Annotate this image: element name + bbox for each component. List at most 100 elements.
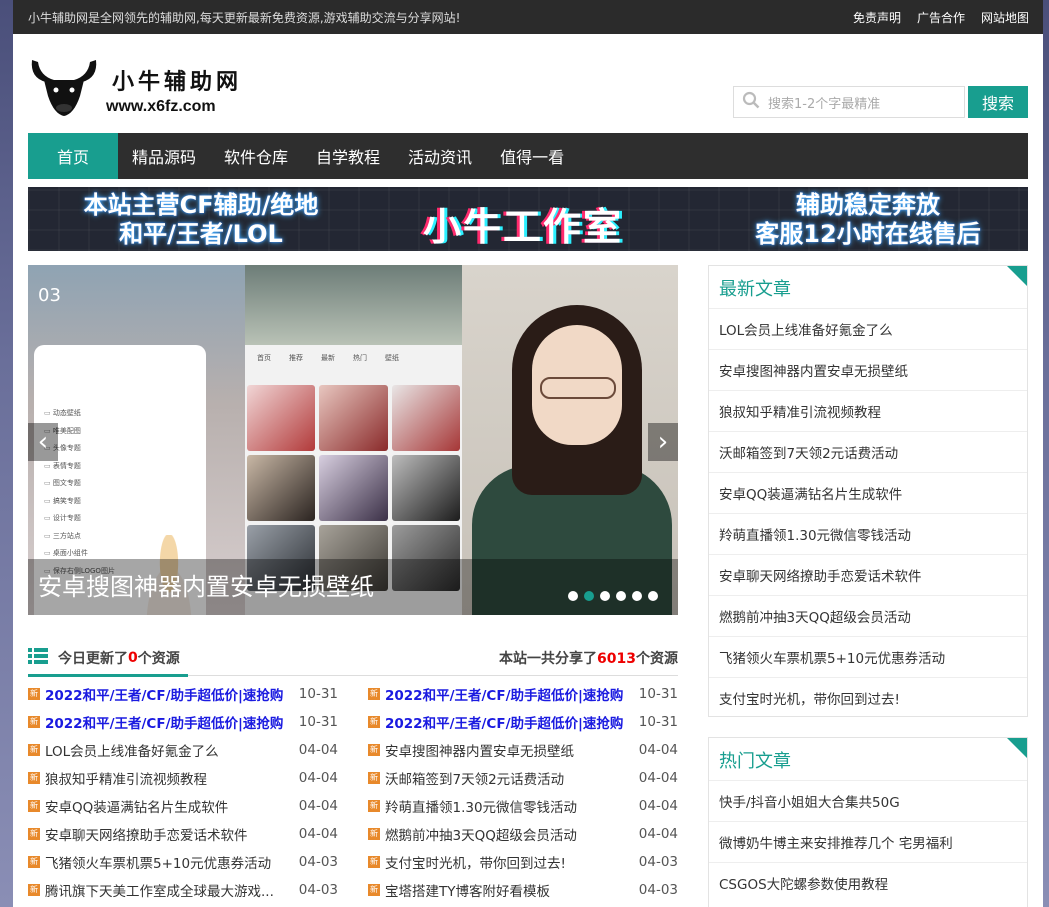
new-badge-icon: 新 [368, 828, 380, 840]
updates-left-column: 新 2022和平/王者/CF/助手超低价|速抢购 10-31 新 2022和平/王者/… [28, 680, 338, 904]
slider-caption[interactable]: 安卓搜图神器内置安卓无损壁纸 [28, 559, 678, 615]
new-badge-icon: 新 [28, 800, 40, 812]
new-badge-icon: 新 [368, 772, 380, 784]
banner-studio-name: 小牛工作室 [423, 205, 624, 249]
nav-tutorials[interactable]: 自学教程 [302, 133, 394, 179]
latest-article-item[interactable]: 燃鹅前冲抽3天QQ超级会员活动 [709, 595, 1027, 636]
latest-article-item[interactable]: LOL会员上线准备好氪金了么 [709, 308, 1027, 349]
latest-article-item[interactable]: 沃邮箱签到7天领2元话费活动 [709, 431, 1027, 472]
slide-phone-number: 03 [38, 285, 61, 306]
list-item[interactable]: 新安卓聊天网络撩助手恋爱话术软件 04-04 [28, 820, 338, 848]
list-item[interactable]: 新安卓QQ装逼满钻名片生成软件 04-04 [28, 792, 338, 820]
list-item[interactable]: 新狼叔知乎精准引流视频教程 04-04 [28, 764, 338, 792]
image-slider[interactable]: 03 动态壁纸唯美配图头像专题 表情专题图文专题搞笑专题 设计专题三方站点桌面小… [28, 265, 678, 615]
latest-article-item[interactable]: 支付宝时光机，带你回到过去! [709, 677, 1027, 718]
site-logo[interactable]: 小牛辅助网 www.x6fz.com [28, 56, 242, 122]
hot-article-item[interactable]: 快手/抖音小姐姐大合集共50G [709, 780, 1027, 821]
list-item[interactable]: 新腾讯旗下天美工作室成全球最大游戏... 04-03 [28, 876, 338, 904]
new-badge-icon: 新 [28, 772, 40, 784]
nav-home[interactable]: 首页 [28, 133, 118, 179]
list-item[interactable]: 新燃鹅前冲抽3天QQ超级会员活动 04-04 [368, 820, 678, 848]
list-item[interactable]: 新沃邮箱签到7天领2元话费活动 04-04 [368, 764, 678, 792]
list-item[interactable]: 新羚萌直播领1.30元微信零钱活动 04-04 [368, 792, 678, 820]
topbar-links: 免责声明 广告合作 网站地图 [853, 9, 1029, 26]
page: 小牛辅助网是全网领先的辅助网,每天更新最新免费资源,游戏辅助交流与分享网站! 免… [13, 0, 1043, 907]
latest-articles-panel: 最新文章 LOL会员上线准备好氪金了么 安卓搜图神器内置安卓无损壁纸 狼叔知乎精… [708, 265, 1028, 717]
latest-article-item[interactable]: 狼叔知乎精准引流视频教程 [709, 390, 1027, 431]
list-item[interactable]: 新 2022和平/王者/CF/助手超低价|速抢购 10-31 [368, 708, 678, 736]
sitemap-link[interactable]: 网站地图 [981, 9, 1029, 26]
latest-articles-title: 最新文章 [709, 266, 1027, 308]
today-count: 0 [128, 649, 138, 666]
total-count: 6013 [597, 650, 636, 667]
updates-right-column: 新 2022和平/王者/CF/助手超低价|速抢购 10-31 新 2022和平/王者/… [368, 680, 678, 904]
logo-name: 小牛辅助网 [112, 69, 243, 95]
daily-updates: 今日更新了 0 个资源 本站一共分享了6013个资源 新 2022和平/王者/CF/助… [28, 640, 678, 904]
topbar: 小牛辅助网是全网领先的辅助网,每天更新最新免费资源,游戏辅助交流与分享网站! 免… [13, 0, 1043, 34]
site-intro: 小牛辅助网是全网领先的辅助网,每天更新最新免费资源,游戏辅助交流与分享网站! [28, 10, 461, 25]
slider-dots [568, 591, 658, 601]
slider-dot[interactable] [568, 591, 578, 601]
latest-article-item[interactable]: 羚萌直播领1.30元微信零钱活动 [709, 513, 1027, 554]
new-badge-icon: 新 [28, 856, 40, 868]
phone-tabs: 首页 推荐 最新 热门 壁纸 [257, 354, 399, 362]
latest-article-item[interactable]: 安卓QQ装逼满钻名片生成软件 [709, 472, 1027, 513]
new-badge-icon: 新 [368, 884, 380, 896]
search-input[interactable]: 搜索1-2个字最精准 [733, 86, 965, 118]
hot-article-item[interactable]: 微博奶牛博主来安排推荐几个 宅男福利 [709, 821, 1027, 862]
search-icon [742, 91, 768, 113]
slider-dot[interactable] [632, 591, 642, 601]
header: 小牛辅助网 www.x6fz.com 搜索1-2个字最精准 搜索 [13, 34, 1043, 133]
new-badge-icon: 新 [28, 688, 40, 700]
hot-articles-panel: 热门文章 快手/抖音小姐姐大合集共50G 微博奶牛博主来安排推荐几个 宅男福利 … [708, 737, 1028, 907]
ad-link[interactable]: 广告合作 [917, 9, 965, 26]
new-badge-icon: 新 [28, 716, 40, 728]
slider-next-button[interactable]: › [648, 423, 678, 461]
slider-dot-active[interactable] [584, 591, 594, 601]
new-badge-icon: 新 [28, 884, 40, 896]
list-item[interactable]: 新 LOL会员上线准备好氪金了么 04-04 [28, 736, 338, 764]
bull-logo-icon [28, 56, 100, 122]
new-badge-icon: 新 [368, 716, 380, 728]
list-item[interactable]: 新飞猪领火车票机票5+10元优惠券活动 04-03 [28, 848, 338, 876]
main-nav: 首页 精品源码 软件仓库 自学教程 活动资讯 值得一看 [28, 133, 1028, 179]
hot-article-item[interactable]: CSGOS大陀螺参数使用教程 [709, 862, 1027, 903]
list-item[interactable]: 新 2022和平/王者/CF/助手超低价|速抢购 10-31 [28, 708, 338, 736]
slider-dot[interactable] [600, 591, 610, 601]
slider-dot[interactable] [616, 591, 626, 601]
logo-url: www.x6fz.com [106, 98, 216, 115]
latest-article-item[interactable]: 安卓搜图神器内置安卓无损壁纸 [709, 349, 1027, 390]
updates-header: 今日更新了 0 个资源 本站一共分享了6013个资源 [28, 640, 678, 676]
corner-triangle-icon [1007, 738, 1027, 758]
banner-left-text: 本站主营CF辅助/绝地 和平/王者/LOL [83, 191, 319, 248]
nav-source-code[interactable]: 精品源码 [118, 133, 210, 179]
nav-activities[interactable]: 活动资讯 [394, 133, 486, 179]
hot-articles-title: 热门文章 [709, 738, 1027, 780]
list-item[interactable]: 新 2022和平/王者/CF/助手超低价|速抢购 10-31 [368, 680, 678, 708]
new-badge-icon: 新 [368, 800, 380, 812]
new-badge-icon: 新 [28, 828, 40, 840]
search-button[interactable]: 搜索 [968, 86, 1028, 118]
search-placeholder: 搜索1-2个字最精准 [768, 96, 881, 112]
new-badge-icon: 新 [368, 688, 380, 700]
nav-worth-seeing[interactable]: 值得一看 [486, 133, 578, 179]
nav-software[interactable]: 软件仓库 [210, 133, 302, 179]
search-bar: 搜索1-2个字最精准 搜索 [733, 86, 1028, 118]
list-item[interactable]: 新安卓搜图神器内置安卓无损壁纸 04-04 [368, 736, 678, 764]
chevron-left-icon: ‹ [37, 427, 49, 457]
latest-article-item[interactable]: 飞猪领火车票机票5+10元优惠券活动 [709, 636, 1027, 677]
new-badge-icon: 新 [368, 744, 380, 756]
ad-banner[interactable]: 本站主营CF辅助/绝地 和平/王者/LOL 小牛工作室 辅助稳定奔放 客服12小… [28, 187, 1028, 251]
new-badge-icon: 新 [368, 856, 380, 868]
chevron-right-icon: › [657, 427, 669, 457]
disclaimer-link[interactable]: 免责声明 [853, 9, 901, 26]
latest-article-item[interactable]: 安卓聊天网络撩助手恋爱话术软件 [709, 554, 1027, 595]
list-icon [28, 647, 48, 668]
list-item[interactable]: 新宝塔搭建TY博客附好看模板 04-03 [368, 876, 678, 904]
slider-prev-button[interactable]: ‹ [28, 423, 58, 461]
list-item[interactable]: 新支付宝时光机，带你回到过去! 04-03 [368, 848, 678, 876]
slider-dot[interactable] [648, 591, 658, 601]
new-badge-icon: 新 [28, 744, 40, 756]
list-item[interactable]: 新 2022和平/王者/CF/助手超低价|速抢购 10-31 [28, 680, 338, 708]
corner-triangle-icon [1007, 266, 1027, 286]
